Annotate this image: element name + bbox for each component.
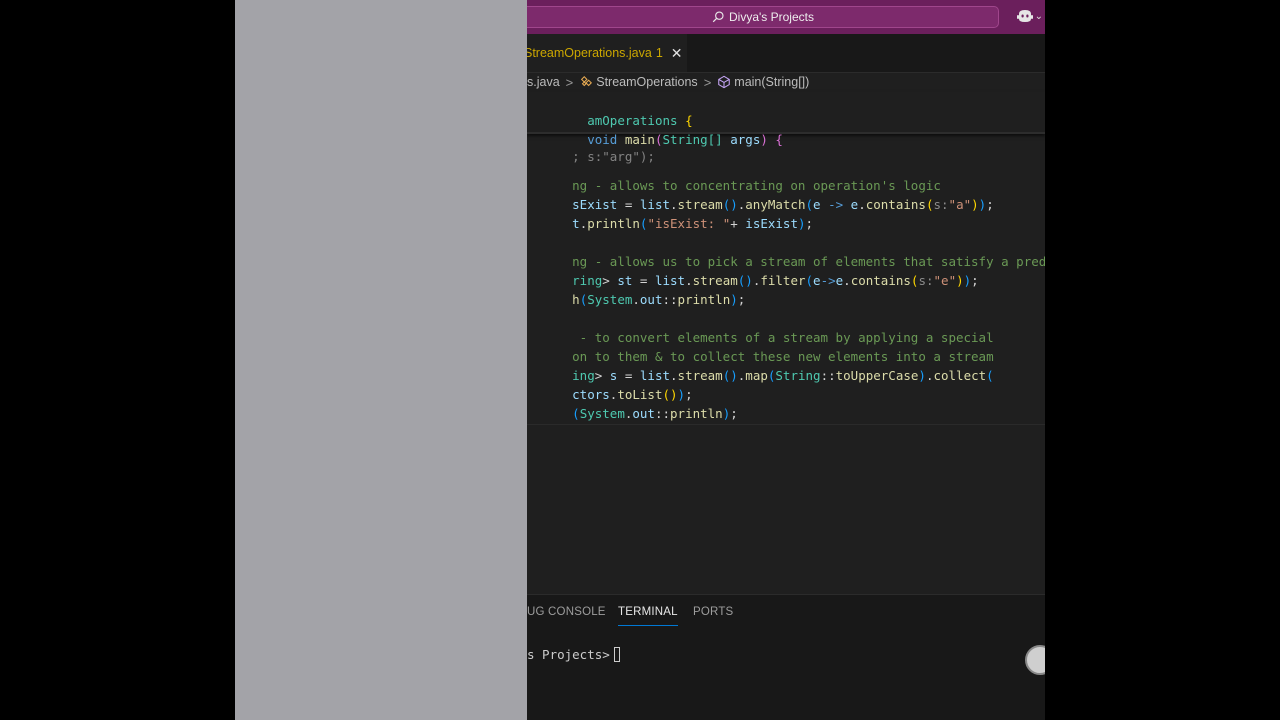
tab-problem-count: 1 xyxy=(655,46,663,60)
code-line: (System.out::println); xyxy=(572,406,738,421)
breadcrumb: s.java > StreamOperations > main(String[… xyxy=(527,72,1045,92)
chevron-down-icon: ⌄ xyxy=(1034,10,1043,22)
method-icon xyxy=(717,75,731,90)
code-line: ctors.toList()); xyxy=(572,387,693,402)
code-editor[interactable]: ; s:"arg"); amOperations { void main(Str… xyxy=(527,92,1045,592)
code-line: ing> s = list.stream().map(String::toUpp… xyxy=(572,368,994,383)
copilot-icon xyxy=(1016,10,1033,22)
tab-debug-console[interactable]: UG CONSOLE xyxy=(527,606,606,618)
terminal-prompt-line[interactable]: s Projects> xyxy=(527,644,1045,664)
copilot-menu-button[interactable]: ⌄ xyxy=(1016,8,1043,24)
code-line: sExist = list.stream().anyMatch(e -> e.c… xyxy=(572,197,994,212)
code-comment-line: ng - allows to concentrating on operatio… xyxy=(572,178,941,193)
terminal-cursor xyxy=(613,646,620,662)
left-gray-panel xyxy=(235,0,527,720)
close-icon[interactable]: ✕ xyxy=(671,45,683,62)
breadcrumb-separator: > xyxy=(703,74,712,90)
floating-button[interactable] xyxy=(1025,645,1045,675)
search-label: Divya's Projects xyxy=(729,10,814,24)
search-icon xyxy=(712,11,724,23)
sticky-method-line[interactable]: void main(String[] args) { xyxy=(527,111,783,147)
sticky-class-line[interactable]: amOperations { xyxy=(527,92,692,128)
bottom-panel: UG CONSOLE TERMINAL PORTS s Projects> xyxy=(527,594,1045,720)
tab-terminal[interactable]: TERMINAL xyxy=(618,606,678,626)
breadcrumb-separator: > xyxy=(565,74,574,90)
code-line: t.println("isExist: "+ isExist); xyxy=(572,216,814,231)
tab-stream-operations[interactable]: StreamOperations.java 1 ✕ xyxy=(527,34,687,72)
tab-filename: StreamOperations.java xyxy=(527,46,652,60)
code-line: ring> st = list.stream().filter(e->e.con… xyxy=(572,273,979,288)
code-comment-line: - to convert elements of a stream by app… xyxy=(572,330,994,345)
command-center-search[interactable]: Divya's Projects xyxy=(527,6,999,28)
title-bar: Divya's Projects ⌄ xyxy=(527,0,1045,34)
terminal-prompt: s Projects> xyxy=(527,646,610,662)
breadcrumb-method[interactable]: main(String[]) xyxy=(734,75,809,89)
current-line-separator xyxy=(527,424,1045,425)
sticky-scroll-header: amOperations { void main(String[] args) … xyxy=(527,92,1045,147)
code-line: h(System.out::println); xyxy=(572,292,746,307)
code-comment-line: ng - allows us to pick a stream of eleme… xyxy=(572,254,1045,269)
breadcrumb-file[interactable]: s.java xyxy=(527,75,560,89)
code-comment-line: on to them & to collect these new elemen… xyxy=(572,349,994,364)
vscode-window: Divya's Projects ⌄ StreamOperations.java… xyxy=(527,0,1045,720)
class-icon xyxy=(579,75,593,90)
tab-ports[interactable]: PORTS xyxy=(693,606,733,618)
editor-tab-bar: StreamOperations.java 1 ✕ xyxy=(527,34,1045,73)
breadcrumb-class[interactable]: StreamOperations xyxy=(596,75,697,89)
panel-tab-bar: UG CONSOLE TERMINAL PORTS xyxy=(527,595,1045,629)
